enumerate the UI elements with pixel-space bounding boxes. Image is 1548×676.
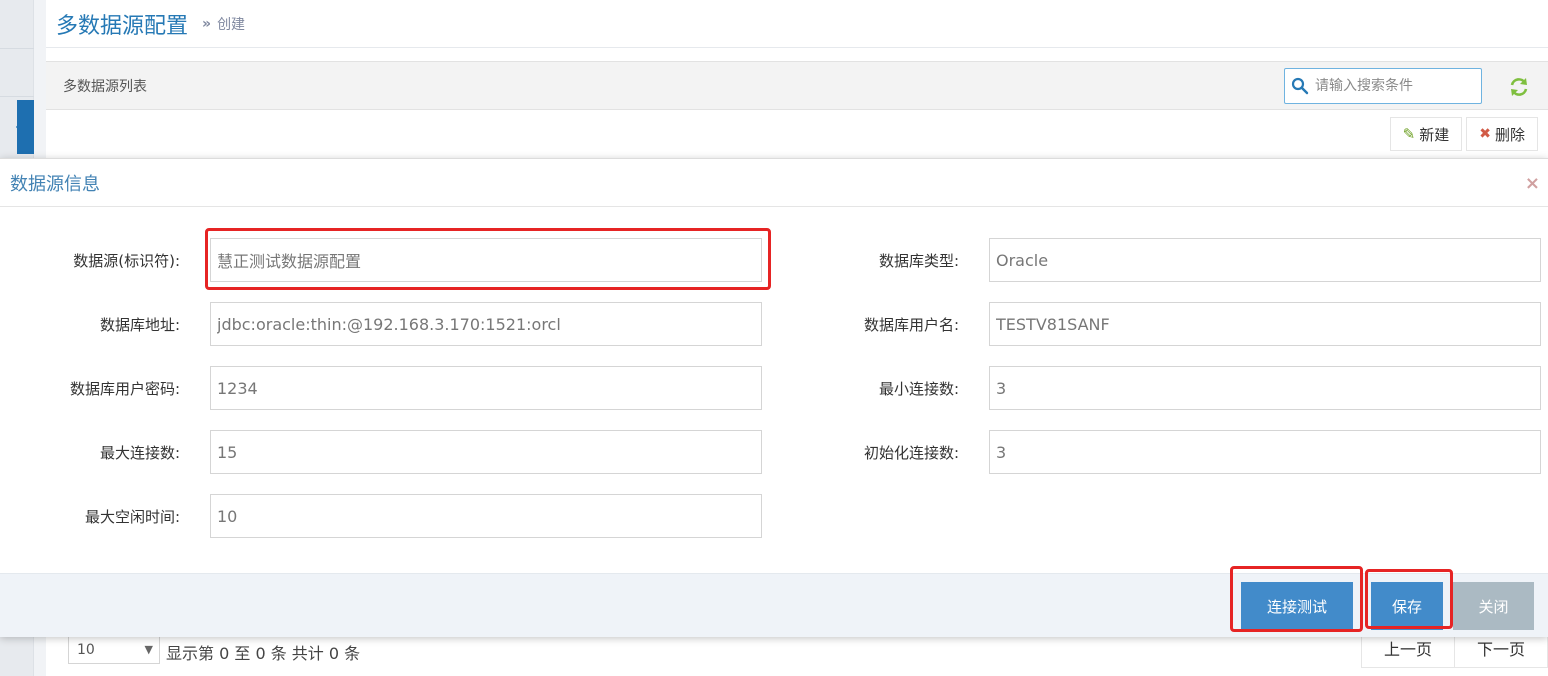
modal-title: 数据源信息 (10, 173, 100, 195)
db-user-input[interactable] (989, 302, 1541, 346)
modal-footer: 连接测试 保存 关闭 (0, 566, 1548, 637)
sidebar-divider (0, 48, 34, 49)
page-size-value: 10 (77, 642, 95, 658)
db-type-label: 数据库类型: (878, 251, 959, 270)
pager: 上一页 下一页 (1360, 632, 1548, 668)
min-conn-label: 最小连接数: (878, 379, 959, 398)
sidebar-toggle-button[interactable] (16, 100, 34, 154)
init-conn-row: 初始化连接数: (0, 430, 1541, 474)
page-size-select[interactable]: 10 ▼ (68, 636, 160, 664)
search-box (1284, 68, 1482, 104)
toolbar: ✎ 新建 ✖ 删除 (1389, 117, 1538, 151)
search-icon (1285, 69, 1315, 103)
max-idle-input[interactable] (210, 494, 762, 538)
page-title: 多数据源配置 (56, 13, 189, 39)
modal-header: 数据源信息 × (0, 159, 1548, 207)
pencil-icon: ✎ (1402, 125, 1416, 143)
connection-test-button[interactable]: 连接测试 (1241, 582, 1353, 630)
close-icon[interactable]: × (1525, 173, 1540, 194)
chevron-left-icon (16, 112, 28, 142)
page-info: 显示第 0 至 0 条 共计 0 条 (166, 644, 361, 663)
max-idle-label: 最大空闲时间: (84, 507, 180, 526)
db-type-row: 数据库类型: (0, 238, 1541, 282)
save-button[interactable]: 保存 (1371, 582, 1443, 630)
prev-page-button[interactable]: 上一页 (1360, 632, 1455, 668)
delete-button-label: 删除 (1494, 125, 1525, 144)
x-icon: ✖ (1479, 126, 1491, 142)
delete-button[interactable]: ✖ 删除 (1466, 117, 1538, 151)
min-conn-row: 最小连接数: (0, 366, 1541, 410)
next-page-button[interactable]: 下一页 (1453, 632, 1548, 668)
new-button[interactable]: ✎ 新建 (1389, 117, 1463, 151)
db-user-row: 数据库用户名: (0, 302, 1541, 346)
datasource-modal: 数据源信息 × 数据源(标识符): 数据库地址: 数据库用户密码: 最大连接数:… (0, 158, 1548, 637)
new-button-label: 新建 (1419, 125, 1450, 144)
max-idle-row: 最大空闲时间: (0, 494, 762, 538)
min-conn-input[interactable] (989, 366, 1541, 410)
caret-down-icon: ▼ (144, 643, 153, 656)
db-user-label: 数据库用户名: (863, 315, 959, 334)
init-conn-input[interactable] (989, 430, 1541, 474)
page-header: 多数据源配置 » 创建 (46, 0, 1548, 48)
list-header-bar: 多数据源列表 (46, 61, 1548, 110)
refresh-icon[interactable] (1508, 76, 1530, 98)
close-button[interactable]: 关闭 (1453, 582, 1534, 630)
db-type-input[interactable] (989, 238, 1541, 282)
breadcrumb-separator: » (202, 15, 212, 32)
init-conn-label: 初始化连接数: (863, 443, 959, 462)
breadcrumb-sub: 创建 (217, 16, 246, 33)
list-title: 多数据源列表 (63, 79, 147, 95)
sidebar-divider (0, 96, 34, 97)
search-input[interactable] (1315, 71, 1475, 101)
